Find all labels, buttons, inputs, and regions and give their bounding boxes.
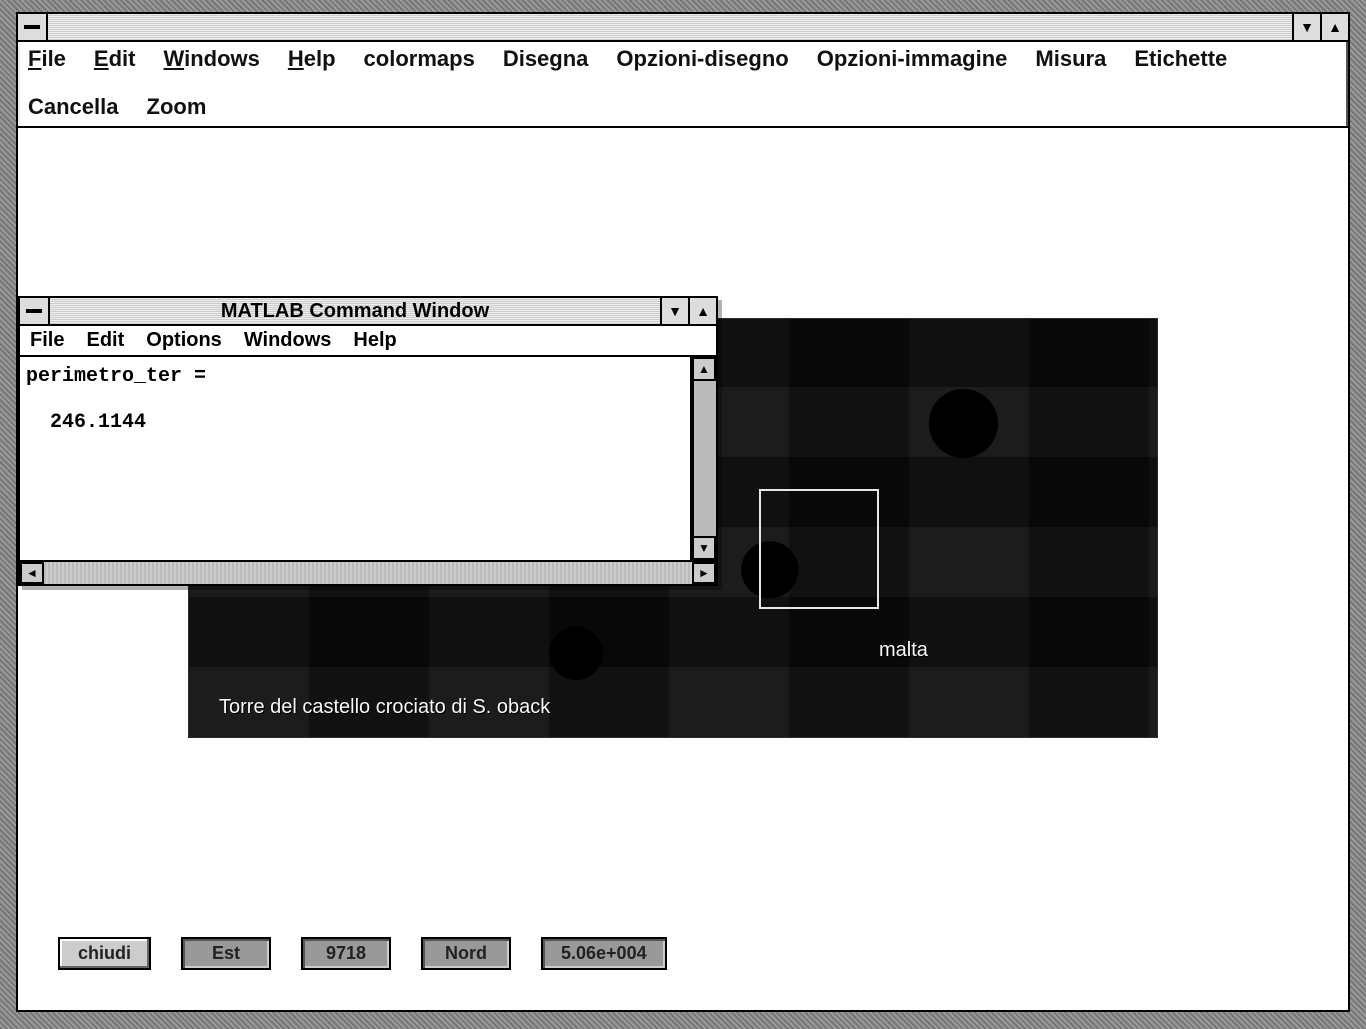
- matlab-var-value: 246.1144: [26, 411, 146, 434]
- status-nord-value: 5.06e+004: [541, 937, 667, 970]
- scroll-right-icon[interactable]: ►: [692, 562, 716, 584]
- status-est-label: Est: [181, 937, 271, 970]
- matlab-window-controls: ▼ ▲: [660, 298, 716, 324]
- window-controls: ▼ ▲: [1292, 14, 1348, 40]
- menu-file[interactable]: File: [28, 46, 66, 72]
- menu-windows[interactable]: Windows: [164, 46, 260, 72]
- matlab-menubar: File Edit Options Windows Help: [20, 326, 716, 357]
- matlab-var-name: perimetro_ter =: [26, 365, 206, 388]
- matlab-menu-options[interactable]: Options: [146, 329, 222, 352]
- matlab-maximize-button[interactable]: ▲: [688, 298, 716, 324]
- matlab-horizontal-scrollbar[interactable]: ◄ ►: [20, 560, 716, 584]
- menu-misura[interactable]: Misura: [1035, 46, 1106, 72]
- system-menu-icon[interactable]: [18, 14, 48, 40]
- menu-opzioni-immagine[interactable]: Opzioni-immagine: [817, 46, 1008, 72]
- status-bar: chiudi Est 9718 Nord 5.06e+004: [58, 937, 667, 970]
- maximize-button[interactable]: ▲: [1320, 14, 1348, 40]
- menu-cancella[interactable]: Cancella: [28, 94, 119, 120]
- matlab-menu-edit[interactable]: Edit: [86, 329, 124, 352]
- matlab-vertical-scrollbar[interactable]: ▲ ▼: [692, 357, 716, 560]
- matlab-window-title: MATLAB Command Window: [50, 298, 660, 324]
- menu-zoom[interactable]: Zoom: [147, 94, 207, 120]
- status-nord-label: Nord: [421, 937, 511, 970]
- matlab-minimize-button[interactable]: ▼: [660, 298, 688, 324]
- matlab-client-area: perimetro_ter = 246.1144 ▲ ▼: [20, 357, 716, 560]
- scroll-down-icon[interactable]: ▼: [692, 536, 716, 560]
- selection-rectangle[interactable]: [759, 489, 879, 609]
- main-client-area: malta Torre del castello crociato di S. …: [18, 128, 1348, 1010]
- close-button[interactable]: chiudi: [58, 937, 151, 970]
- matlab-command-window: MATLAB Command Window ▼ ▲ File Edit Opti…: [18, 296, 718, 586]
- matlab-menu-windows[interactable]: Windows: [244, 329, 332, 352]
- menu-help[interactable]: Help: [288, 46, 336, 72]
- scroll-track[interactable]: [692, 381, 716, 536]
- matlab-menu-help[interactable]: Help: [353, 329, 396, 352]
- matlab-output-text[interactable]: perimetro_ter = 246.1144: [20, 357, 692, 560]
- main-titlebar[interactable]: ▼ ▲: [18, 14, 1348, 42]
- menu-disegna[interactable]: Disegna: [503, 46, 589, 72]
- scroll-track-h[interactable]: [44, 562, 692, 584]
- annotation-malta: malta: [879, 639, 928, 662]
- main-window: ▼ ▲ File Edit Windows Help colormaps Dis…: [16, 12, 1350, 1012]
- matlab-system-menu-icon[interactable]: [20, 298, 50, 324]
- main-menubar: File Edit Windows Help colormaps Disegna…: [18, 42, 1348, 128]
- menu-etichette[interactable]: Etichette: [1134, 46, 1227, 72]
- menu-opzioni-disegno[interactable]: Opzioni-disegno: [616, 46, 788, 72]
- matlab-titlebar[interactable]: MATLAB Command Window ▼ ▲: [20, 298, 716, 326]
- scroll-up-icon[interactable]: ▲: [692, 357, 716, 381]
- status-est-value: 9718: [301, 937, 391, 970]
- menu-colormaps[interactable]: colormaps: [364, 46, 475, 72]
- scroll-left-icon[interactable]: ◄: [20, 562, 44, 584]
- minimize-button[interactable]: ▼: [1292, 14, 1320, 40]
- annotation-caption: Torre del castello crociato di S. oback: [219, 696, 550, 719]
- matlab-menu-file[interactable]: File: [30, 329, 64, 352]
- menu-edit[interactable]: Edit: [94, 46, 136, 72]
- titlebar-spacer[interactable]: [48, 14, 1292, 40]
